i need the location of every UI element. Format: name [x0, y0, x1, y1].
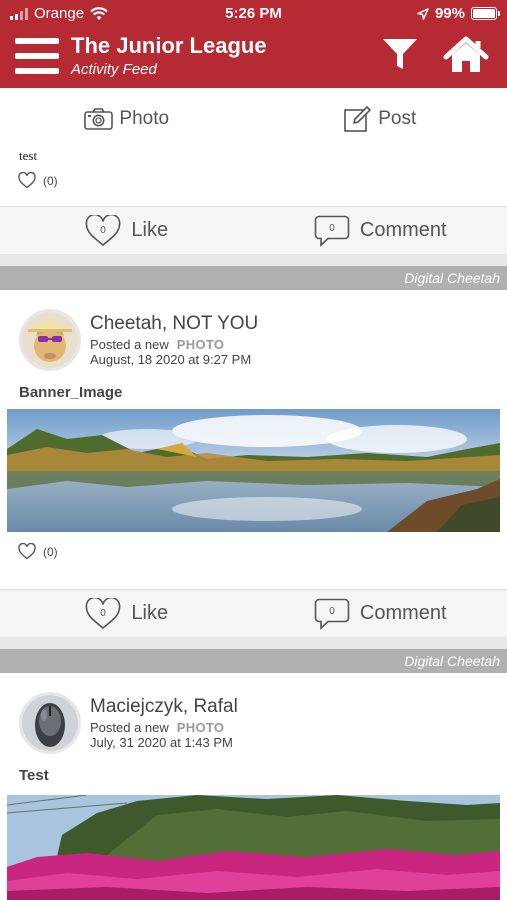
- comment-button-label: Comment: [359, 602, 447, 624]
- svg-text:0: 0: [329, 223, 335, 234]
- post-action-bar: 0 Like 0 Comment: [0, 206, 507, 254]
- battery-percent: 99%: [434, 5, 465, 22]
- posted-type: PHOTO: [176, 337, 225, 352]
- group-band: Digital Cheetah: [0, 649, 507, 673]
- battery-icon: [471, 7, 500, 20]
- photo-button[interactable]: Photo: [0, 88, 254, 150]
- group-name: Digital Cheetah: [404, 653, 500, 669]
- post-photo[interactable]: [7, 409, 500, 532]
- author-name[interactable]: Cheetah, NOT YOU: [90, 313, 258, 335]
- app-subtitle: Activity Feed: [71, 61, 157, 78]
- heart-icon: [18, 543, 36, 560]
- post-button[interactable]: Post: [254, 88, 507, 150]
- posted-prefix: Posted a new: [90, 337, 169, 352]
- comment-icon: 0: [314, 215, 350, 247]
- post-text: test: [19, 148, 38, 163]
- svg-text:0: 0: [101, 225, 107, 236]
- heart-icon: 0: [86, 597, 121, 629]
- edit-icon: [344, 106, 372, 132]
- post-date: August, 18 2020 at 9:27 PM: [90, 352, 252, 367]
- post-photo[interactable]: [7, 795, 500, 900]
- posted-type: PHOTO: [176, 720, 225, 735]
- like-button-label: Like: [131, 602, 169, 624]
- camera-icon: [84, 108, 114, 130]
- location-arrow-icon: [417, 7, 429, 20]
- group-name: Digital Cheetah: [404, 270, 500, 286]
- hamburger-menu-icon[interactable]: [15, 38, 59, 74]
- svg-text:0: 0: [101, 608, 107, 619]
- posted-line: Posted a new PHOTO: [90, 337, 224, 352]
- avatar[interactable]: [19, 309, 81, 371]
- like-button[interactable]: 0 Like: [0, 207, 254, 254]
- svg-text:0: 0: [329, 606, 335, 617]
- post-title: Banner_Image: [19, 384, 123, 401]
- comment-button-label: Comment: [359, 219, 447, 241]
- like-count: (0): [43, 173, 58, 188]
- group-band: Digital Cheetah: [0, 266, 507, 290]
- compose-bar: Photo Post: [0, 88, 507, 150]
- like-count: (0): [43, 544, 58, 559]
- comment-icon: 0: [314, 598, 350, 630]
- post-title: Test: [19, 767, 49, 784]
- posted-line: Posted a new PHOTO: [90, 720, 224, 735]
- heart-icon: 0: [86, 214, 121, 246]
- like-count-row[interactable]: (0): [18, 543, 58, 560]
- app-header: Orange 5:26 PM 99% The Junior League Act…: [0, 0, 507, 88]
- app-title: The Junior League: [71, 33, 267, 58]
- like-count-row[interactable]: (0): [18, 172, 58, 189]
- like-button-label: Like: [131, 219, 169, 241]
- comment-button[interactable]: 0 Comment: [254, 207, 507, 254]
- post-action-bar: 0 Like 0 Comment: [0, 589, 507, 637]
- status-bar: Orange 5:26 PM 99%: [0, 0, 507, 28]
- post-date: July, 31 2020 at 1:43 PM: [90, 735, 233, 750]
- author-name[interactable]: Maciejczyk, Rafal: [90, 696, 238, 718]
- posted-prefix: Posted a new: [90, 720, 169, 735]
- feed-divider: [0, 254, 507, 266]
- feed-divider: [0, 637, 507, 649]
- post-button-label: Post: [378, 108, 417, 129]
- photo-button-label: Photo: [119, 108, 170, 129]
- comment-button[interactable]: 0 Comment: [254, 590, 507, 637]
- home-icon[interactable]: [443, 36, 489, 74]
- heart-icon: [18, 172, 36, 189]
- filter-icon[interactable]: [382, 38, 418, 72]
- avatar[interactable]: [19, 692, 81, 754]
- like-button[interactable]: 0 Like: [0, 590, 254, 637]
